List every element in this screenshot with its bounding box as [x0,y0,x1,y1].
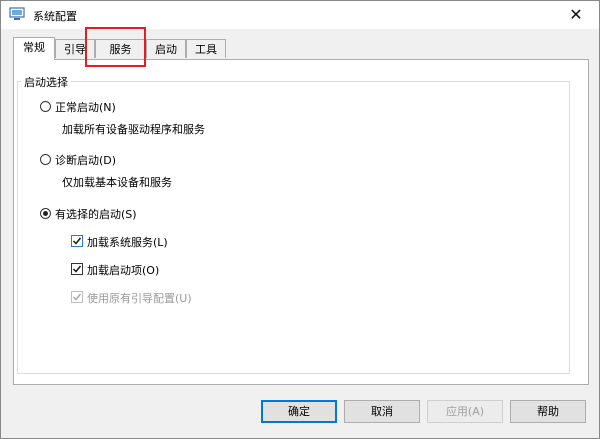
selective-startup-radio[interactable] [40,208,51,219]
tab-startup[interactable]: 启动 [146,39,186,58]
apply-button: 应用(A) [427,400,503,423]
ok-button[interactable]: 确定 [261,400,337,423]
diagnostic-startup-description: 仅加载基本设备和服务 [62,176,172,189]
normal-startup-label[interactable]: 正常启动(N) [55,99,116,115]
highlight-annotation [85,27,146,67]
load-startup-items-label[interactable]: 加载启动项(O) [87,262,159,278]
use-original-boot-config-checkbox [71,291,83,303]
app-icon [9,7,25,20]
close-button[interactable]: ✕ [561,3,591,27]
radio-selected-dot [43,211,48,216]
load-system-services-checkbox[interactable] [71,235,83,247]
use-original-boot-config-label: 使用原有引导配置(U) [87,292,192,305]
help-button[interactable]: 帮助 [510,400,586,423]
normal-startup-description: 加载所有设备驱动程序和服务 [62,123,205,136]
checkmark-icon [72,293,82,301]
load-startup-items-checkbox[interactable] [71,263,83,275]
checkmark-icon [72,237,82,245]
diagnostic-startup-radio[interactable] [40,154,51,165]
normal-startup-radio[interactable] [40,101,51,112]
cancel-button[interactable]: 取消 [344,400,420,423]
selective-startup-label[interactable]: 有选择的启动(S) [55,206,137,222]
title-bar: 系统配置 ✕ [1,1,599,29]
load-system-services-label[interactable]: 加载系统服务(L) [87,234,168,250]
window-title: 系统配置 [33,10,77,23]
tab-general[interactable]: 常规 [13,37,55,60]
checkmark-icon [72,265,82,273]
close-icon: ✕ [569,5,583,24]
system-config-window: 系统配置 ✕ 常规 引导 服务 启动 工具 启动选择 正常启动(N) 加载所有设… [0,0,600,439]
startup-selection-title: 启动选择 [21,74,71,90]
tab-tools[interactable]: 工具 [186,39,226,58]
diagnostic-startup-label[interactable]: 诊断启动(D) [55,152,116,168]
